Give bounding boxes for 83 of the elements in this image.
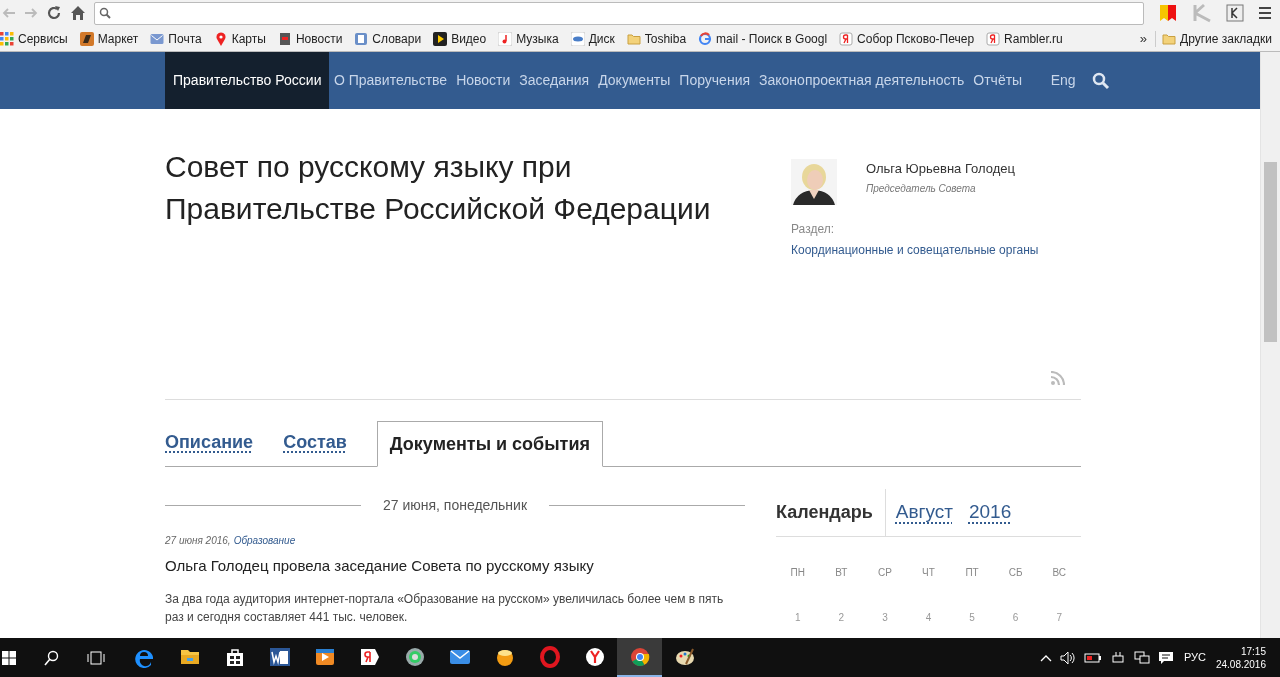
plug-icon[interactable] (1109, 650, 1126, 665)
taskbar-app[interactable] (617, 638, 662, 677)
search-icon[interactable] (44, 649, 60, 666)
yandex-browser-icon (583, 645, 606, 668)
weekday-label: ВС (1051, 566, 1067, 580)
language-link[interactable]: Eng (1050, 52, 1076, 109)
nav-item[interactable]: Отчёты (968, 52, 1027, 109)
month-selector[interactable]: Август (895, 498, 953, 527)
speaker-icon[interactable] (1059, 650, 1076, 665)
menu-icon[interactable] (1258, 6, 1272, 20)
bookmark-item[interactable]: Словари (354, 29, 422, 48)
market-icon (79, 31, 94, 46)
weekday-label: ВТ (834, 566, 849, 580)
windows-start-icon[interactable] (2, 650, 16, 665)
bookmark-item[interactable]: Toshiba (626, 29, 687, 48)
scrollbar[interactable] (1260, 52, 1280, 638)
more-bookmarks-button[interactable]: » (1133, 28, 1154, 49)
network-icon[interactable] (1133, 650, 1150, 665)
chrome-icon (628, 645, 651, 668)
keyboard-language[interactable]: РУС (1183, 649, 1206, 666)
k-square-icon[interactable] (1226, 4, 1244, 22)
weekday-label: ПН (789, 566, 806, 580)
bookmark-flag-icon[interactable] (1158, 3, 1178, 23)
search-icon (99, 7, 111, 19)
book-icon (354, 31, 369, 46)
play-icon (433, 31, 448, 46)
nav-item[interactable]: Новости (451, 52, 515, 109)
newspaper-icon (277, 31, 292, 46)
person-name: Ольга Юрьевна Голодец (866, 160, 1015, 178)
document-w-icon (268, 645, 291, 668)
clock-date: 24.08.2016 (1215, 657, 1266, 671)
bookmark-item[interactable]: Почта (150, 29, 202, 48)
folder-icon (1162, 31, 1177, 46)
bookmark-item[interactable]: Музыка (498, 29, 559, 48)
message-icon[interactable] (1157, 650, 1174, 665)
weekday-label: СР (876, 566, 893, 580)
weekday-label: ЧТ (921, 566, 936, 580)
bookmark-item[interactable]: Новости (277, 29, 343, 48)
bookmark-item[interactable]: Сервисы (0, 29, 68, 48)
nav-item[interactable]: Законопроектная деятельность (754, 52, 969, 109)
tab[interactable]: Состав (283, 429, 347, 466)
calendar-title: Календарь (776, 489, 886, 536)
weekday-label: ПТ (964, 566, 980, 580)
battery-icon[interactable] (1083, 650, 1102, 665)
person-role: Председатель Совета (866, 181, 977, 196)
section-link[interactable]: Координационные и совещательные органы (791, 241, 1039, 259)
letter-g-icon (698, 31, 713, 46)
letter-o-icon (538, 645, 561, 668)
tab[interactable]: Документы и события (376, 421, 603, 467)
home-icon[interactable] (70, 5, 86, 21)
bookmark-item[interactable]: Диск (570, 29, 615, 48)
year-selector[interactable]: 2016 (969, 498, 1012, 527)
bookmark-item[interactable]: Другие закладки (1158, 29, 1280, 48)
envelope-icon (150, 31, 165, 46)
folder-icon (626, 31, 641, 46)
bookmark-item[interactable]: Карты (213, 29, 266, 48)
bookmark-item[interactable]: Rambler.ru (986, 29, 1063, 48)
task-view-icon[interactable] (86, 649, 106, 666)
weekday-label: СБ (1007, 566, 1024, 580)
nav-item[interactable]: О Правительстве (329, 52, 452, 109)
bookmark-item[interactable]: Собор Псково-Печер (839, 29, 975, 48)
nav-item[interactable]: Заседания (514, 52, 594, 109)
bookmark-item[interactable]: Маркет (79, 29, 139, 48)
nav-item[interactable]: Правительство России (165, 52, 330, 109)
bookmark-item[interactable]: Видео (433, 29, 487, 48)
yandex-page-icon (986, 31, 1001, 46)
nav-item[interactable]: Документы (593, 52, 675, 109)
reload-icon[interactable] (46, 5, 62, 21)
date-header: 27 июня, понедельник (382, 495, 528, 515)
bookmark-item[interactable]: mail - Поиск в Googl (698, 29, 828, 48)
yandex-page-icon (839, 31, 854, 46)
section-label: Раздел: (791, 221, 835, 238)
nav-item[interactable]: Поручения (674, 52, 755, 109)
page-title: Совет по русскому языку при Правительстве Российской Федерации (165, 149, 712, 227)
news-summary: За два года аудитория интернет-портала «Образование на русском» увеличилась более чем в пять раз и сегодня составляет 441 тыс. человек. (165, 590, 725, 626)
apps-grid-icon (0, 31, 14, 46)
tab[interactable]: Описание (165, 429, 254, 466)
category-link[interactable]: Образование (233, 533, 296, 548)
news-date: 27 июня 2016, (165, 534, 231, 548)
music-note-icon (498, 31, 513, 46)
disc-icon (403, 645, 426, 668)
clock-time: 17:15 (1240, 644, 1266, 658)
news-title[interactable]: Ольга Голодец провела заседание Совета по русскому языку (165, 555, 745, 578)
